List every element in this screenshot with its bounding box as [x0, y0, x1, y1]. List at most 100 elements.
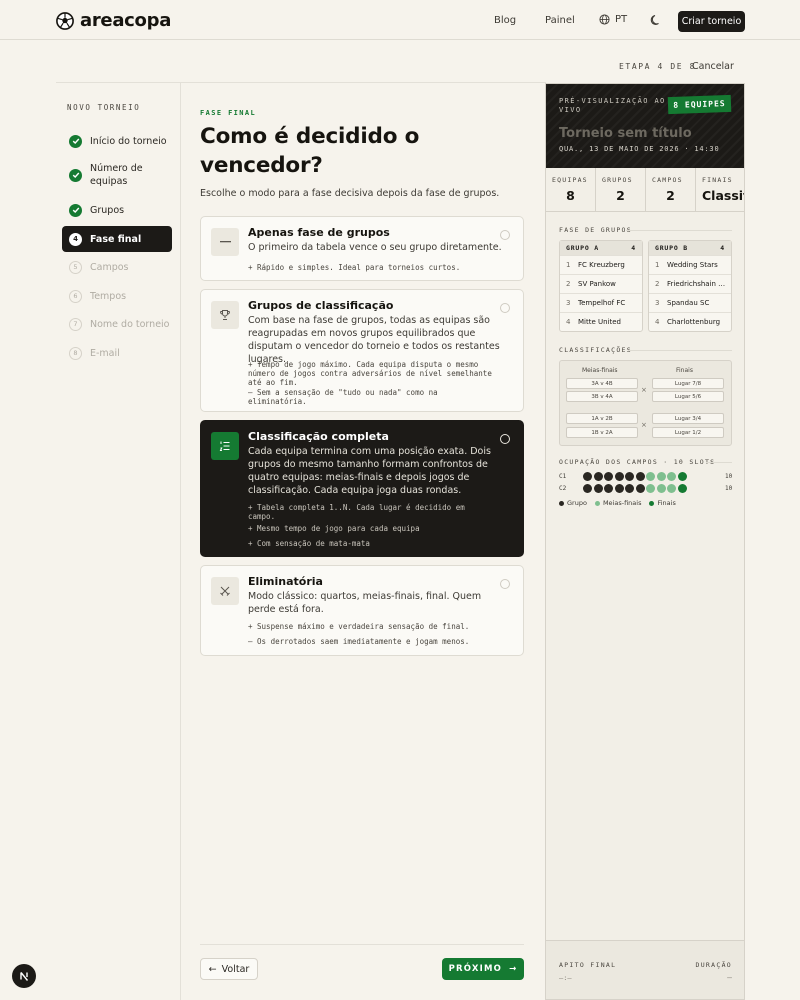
step-number: 7 — [69, 317, 82, 331]
soccer-ball-icon — [56, 11, 74, 30]
field-slots — [583, 471, 688, 481]
option-radio[interactable] — [500, 579, 510, 589]
option-radio[interactable] — [500, 230, 510, 240]
moon-icon[interactable] — [650, 14, 662, 26]
team-name: Charlottenburg — [667, 318, 721, 326]
stat-key: CAMPOS — [652, 176, 683, 184]
option-radio[interactable] — [500, 434, 510, 444]
step-label: Número de equipas — [90, 163, 143, 187]
arrow-right-icon: → — [509, 964, 518, 974]
group-count: 4 — [631, 244, 636, 252]
bracket-slot: Lugar 3/4 — [652, 413, 724, 424]
classifications-section-title: CLASSIFICAÇÕES — [559, 346, 632, 354]
field-slot-dot — [635, 483, 645, 493]
option-title: Apenas fase de grupos — [248, 226, 390, 239]
divider — [628, 350, 732, 351]
check-icon — [69, 134, 82, 148]
legend-label: Finais — [657, 499, 676, 507]
field-slot-dot — [593, 483, 603, 493]
fields-section-title: OCUPAÇÃO DOS CAMPOS · 10 SLOTS — [559, 458, 716, 466]
option-card-classificacao-completa[interactable]: Classificação completa Cada equipa termi… — [200, 420, 524, 557]
logo[interactable]: areacopa — [56, 10, 171, 31]
stat-campos: CAMPOS 2 — [646, 168, 696, 211]
step-campos[interactable]: 5 Campos — [62, 254, 172, 280]
stat-equipas: EQUIPAS 8 — [546, 168, 596, 211]
field-slot-dot — [667, 483, 676, 493]
field-slot-dot — [593, 471, 603, 481]
arrow-left-icon: ← — [208, 963, 217, 975]
step-label: Campos — [90, 261, 129, 273]
step-inicio[interactable]: Início do torneio — [62, 128, 172, 154]
field-occupancy-row: C1 10 — [559, 471, 732, 481]
field-label: C1 — [559, 472, 567, 480]
option-card-apenas-grupos[interactable]: Apenas fase de grupos O primeiro da tabe… — [200, 216, 524, 281]
duration-value: — — [727, 973, 732, 982]
option-title: Eliminatória — [248, 575, 323, 588]
page-subtitle: Escolhe o modo para a fase decisiva depo… — [200, 188, 500, 199]
create-tournament-button[interactable]: Criar torneio — [678, 11, 745, 32]
group-name: GRUPO A — [566, 244, 599, 252]
cancel-link[interactable]: Cancelar — [692, 61, 734, 72]
preview-header: PRÉ-VISUALIZAÇÃO AO VIVO 8 EQUIPES Torne… — [546, 84, 744, 168]
language-switcher[interactable]: PT — [599, 14, 627, 25]
teams-badge: 8 EQUIPES — [667, 94, 732, 115]
legend-item: Finais — [649, 499, 676, 507]
team-name: FC Kreuzberg — [578, 261, 625, 269]
bracket-slot: 3A v 4B — [566, 378, 638, 389]
option-bullet: + Tabela completa 1..N. Cada lugar é dec… — [248, 503, 465, 521]
group-team-row: 2 Friedrichshain … — [649, 274, 731, 293]
stat-key: GRUPOS — [602, 176, 633, 184]
back-label: Voltar — [221, 963, 250, 975]
step-number: 8 — [69, 346, 82, 360]
field-slot-dot — [604, 471, 613, 481]
legend-swatch — [594, 500, 600, 506]
group-name: GRUPO B — [655, 244, 688, 252]
field-slot-dot — [583, 483, 592, 493]
legend-swatch — [649, 500, 655, 506]
option-description: Com base na fase de grupos, todas as equ… — [248, 315, 500, 365]
group-team-row: 1 Wedding Stars — [649, 255, 731, 274]
step-grupos[interactable]: Grupos — [62, 197, 172, 223]
stepper-title: NOVO TORNEIO — [67, 103, 141, 112]
duration-label: DURAÇÃO — [695, 961, 732, 969]
language-label: PT — [615, 14, 628, 25]
field-slot-dot — [614, 483, 624, 493]
option-description: Modo clássico: quartos, meias-finais, fi… — [248, 591, 482, 615]
nav-link-blog[interactable]: Blog — [494, 15, 516, 26]
field-slot-dot — [677, 483, 687, 493]
step-label: Grupos — [90, 204, 125, 216]
step-tempos[interactable]: 6 Tempos — [62, 283, 172, 309]
stat-value: 8 — [566, 188, 575, 203]
tournament-name: Torneio sem título — [559, 126, 692, 141]
option-card-eliminatoria[interactable]: Eliminatória Modo clássico: quartos, mei… — [200, 565, 524, 656]
nav-link-painel[interactable]: Painel — [545, 15, 575, 26]
field-slot-dot — [614, 471, 624, 481]
field-slot-dot — [604, 483, 613, 493]
dash-icon — [211, 228, 239, 256]
option-title: Grupos de classificação — [248, 299, 394, 312]
stat-key: EQUIPAS — [552, 176, 588, 184]
field-slot-dot — [656, 471, 666, 481]
group-count: 4 — [720, 244, 725, 252]
step-numero-equipas[interactable]: Número de equipas — [62, 162, 172, 188]
step-label: Fase final — [90, 233, 142, 245]
back-button[interactable]: ← Voltar — [200, 958, 258, 980]
bracket-slot: Lugar 5/6 — [652, 391, 724, 402]
finals-label: Finais — [676, 367, 693, 374]
step-label: Nome do torneio — [90, 318, 170, 330]
classification-bracket: Meias-finais Finais 3A v 4B 3B v 4A × Lu… — [559, 360, 732, 446]
step-label: E-mail — [90, 347, 120, 359]
nextjs-icon[interactable] — [12, 964, 36, 988]
option-radio[interactable] — [500, 303, 510, 313]
step-email[interactable]: 8 E-mail — [62, 340, 172, 366]
step-indicator: ETAPA 4 DE 8 — [619, 62, 696, 71]
step-nome-torneio[interactable]: 7 Nome do torneio — [62, 311, 172, 337]
globe-icon — [599, 14, 610, 25]
group-card-a: GRUPO A 4 1 FC Kreuzberg 2 SV Pankow 3 Tempe… — [559, 240, 643, 332]
logo-text: areacopa — [80, 10, 172, 31]
groups-section-title: FASE DE GRUPOS — [559, 226, 632, 234]
step-fase-final[interactable]: 4 Fase final — [62, 226, 172, 252]
option-card-grupos-classificacao[interactable]: Grupos de classificação Com base na fase… — [200, 289, 524, 412]
next-button[interactable]: PRÓXIMO → — [442, 958, 524, 980]
step-number: 4 — [69, 232, 82, 246]
